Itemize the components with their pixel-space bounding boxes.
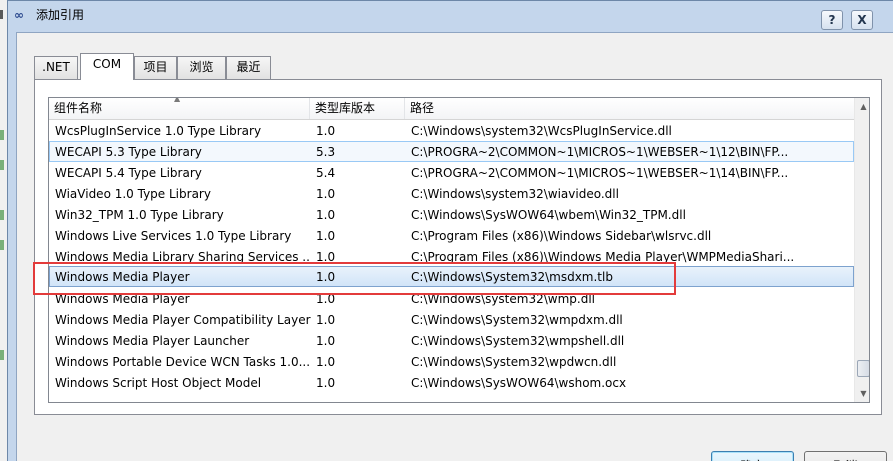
row-path: C:\Windows\system32\wiavideo.dll (411, 187, 619, 201)
background-window-glyph (0, 350, 4, 360)
row-name: Windows Live Services 1.0 Type Library (55, 229, 292, 243)
list-row[interactable]: WECAPI 5.3 Type Library 5.3 C:\PROGRA~2\… (49, 141, 854, 162)
list-row[interactable]: Windows Media Player Compatibility Layer… (49, 309, 854, 330)
row-path: C:\PROGRA~2\COMMON~1\MICROS~1\WEBSER~1\1… (411, 145, 789, 159)
background-window-glyph (0, 210, 4, 220)
tab-dotnet[interactable]: .NET (34, 56, 78, 79)
column-header-typelib-version[interactable]: 类型库版本 (310, 98, 405, 119)
vertical-scrollbar[interactable]: ▲ ▼ (854, 98, 869, 402)
list-row[interactable]: WECAPI 5.4 Type Library 5.4 C:\PROGRA~2\… (49, 162, 854, 183)
row-name: Windows Media Player Compatibility Layer (55, 313, 311, 327)
row-version: 1.0 (316, 355, 336, 369)
row-version: 5.3 (316, 145, 336, 159)
close-button[interactable]: X (851, 10, 873, 30)
background-window-glyph (0, 240, 4, 250)
row-path: C:\Windows\SysWOW64\wshom.ocx (411, 376, 627, 390)
list-row[interactable]: Windows Media Library Sharing Services .… (49, 246, 854, 267)
background-window-glyph (0, 160, 4, 170)
list-header: 组件名称 ▲ 类型库版本 路径 (49, 98, 854, 120)
list-row-selected[interactable]: Windows Media Player 1.0 C:\Windows\Syst… (49, 266, 854, 287)
row-name: Windows Media Player Launcher (55, 334, 250, 348)
row-version: 1.0 (316, 313, 336, 327)
scrollbar-thumb[interactable] (857, 360, 869, 377)
tab-projects[interactable]: 项目 (134, 56, 177, 79)
row-version: 5.4 (316, 166, 336, 180)
row-name: Windows Media Player (55, 270, 190, 284)
ok-button[interactable]: 确定 (711, 451, 794, 461)
component-list[interactable]: 组件名称 ▲ 类型库版本 路径 WcsPlugInService 1.0 Typ… (48, 97, 870, 403)
row-version: 1.0 (316, 208, 336, 222)
cancel-button[interactable]: 取消 (804, 451, 887, 461)
row-path: C:\Windows\System32\wmpdxm.dll (411, 313, 623, 327)
row-name: WECAPI 5.4 Type Library (55, 166, 202, 180)
list-row[interactable]: Windows Media Player 1.0 C:\Windows\syst… (49, 288, 854, 309)
row-path: C:\PROGRA~2\COMMON~1\MICROS~1\WEBSER~1\1… (411, 166, 789, 180)
row-path: C:\Windows\System32\wpdwcn.dll (411, 355, 617, 369)
row-name: WiaVideo 1.0 Type Library (55, 187, 211, 201)
window-title: 添加引用 (36, 8, 85, 22)
background-window-glyph (0, 130, 4, 140)
list-row[interactable]: Windows Live Services 1.0 Type Library 1… (49, 225, 854, 246)
list-row[interactable]: Windows Script Host Object Model 1.0 C:\… (49, 372, 854, 393)
list-row[interactable]: Windows Media Player Launcher 1.0 C:\Win… (49, 330, 854, 351)
list-row[interactable]: WiaVideo 1.0 Type Library 1.0 C:\Windows… (49, 183, 854, 204)
dialog-client-area: .NET COM 项目 浏览 最近 组件名称 ▲ 类型库版本 路径 WcsPlu… (16, 32, 893, 461)
list-row[interactable]: WcsPlugInService 1.0 Type Library 1.0 C:… (49, 120, 854, 141)
background-window-glyph (0, 10, 3, 19)
row-version: 1.0 (316, 250, 336, 264)
row-version: 1.0 (316, 270, 336, 284)
row-name: WcsPlugInService 1.0 Type Library (55, 124, 262, 138)
background-window-edge (0, 0, 7, 461)
row-version: 1.0 (316, 187, 336, 201)
row-name: Windows Script Host Object Model (55, 376, 262, 390)
row-name: WECAPI 5.3 Type Library (55, 145, 202, 159)
tab-recent[interactable]: 最近 (226, 56, 271, 79)
scroll-down-arrow-icon[interactable]: ▼ (855, 385, 869, 402)
row-name: Windows Portable Device WCN Tasks 1.0... (55, 355, 311, 369)
sort-ascending-icon: ▲ (174, 97, 181, 103)
row-path: C:\Program Files (x86)\Windows Media Pla… (411, 250, 795, 264)
row-path: C:\Windows\system32\WcsPlugInService.dll (411, 124, 672, 138)
row-path: C:\Windows\system32\wmp.dll (411, 292, 595, 306)
column-header-path[interactable]: 路径 (405, 98, 854, 119)
title-bar[interactable]: ∞ 添加引用 ? X (8, 1, 893, 30)
list-row[interactable]: Win32_TPM 1.0 Type Library 1.0 C:\Window… (49, 204, 854, 225)
row-path: C:\Program Files (x86)\Windows Sidebar\w… (411, 229, 712, 243)
scroll-up-arrow-icon[interactable]: ▲ (855, 98, 869, 115)
infinity-icon: ∞ (14, 8, 24, 22)
com-tab-page: 组件名称 ▲ 类型库版本 路径 WcsPlugInService 1.0 Typ… (34, 79, 882, 415)
tab-browse[interactable]: 浏览 (177, 56, 226, 79)
row-name: Windows Media Player (55, 292, 190, 306)
row-path: C:\Windows\System32\wmpshell.dll (411, 334, 625, 348)
row-name: Win32_TPM 1.0 Type Library (55, 208, 224, 222)
row-name: Windows Media Library Sharing Services .… (55, 250, 311, 264)
row-version: 1.0 (316, 229, 336, 243)
list-rows: WcsPlugInService 1.0 Type Library 1.0 C:… (49, 120, 854, 402)
tab-com[interactable]: COM (80, 53, 134, 80)
row-version: 1.0 (316, 334, 336, 348)
row-version: 1.0 (316, 292, 336, 306)
add-reference-dialog: ∞ 添加引用 ? X .NET COM 项目 浏览 最近 组件名称 ▲ 类型库版… (7, 0, 893, 461)
row-path: C:\Windows\System32\msdxm.tlb (411, 270, 613, 284)
row-path: C:\Windows\SysWOW64\wbem\Win32_TPM.dll (411, 208, 686, 222)
resize-grip-icon[interactable] (881, 449, 891, 459)
row-version: 1.0 (316, 376, 336, 390)
row-version: 1.0 (316, 124, 336, 138)
help-button[interactable]: ? (821, 10, 843, 30)
list-row[interactable]: Windows Portable Device WCN Tasks 1.0...… (49, 351, 854, 372)
